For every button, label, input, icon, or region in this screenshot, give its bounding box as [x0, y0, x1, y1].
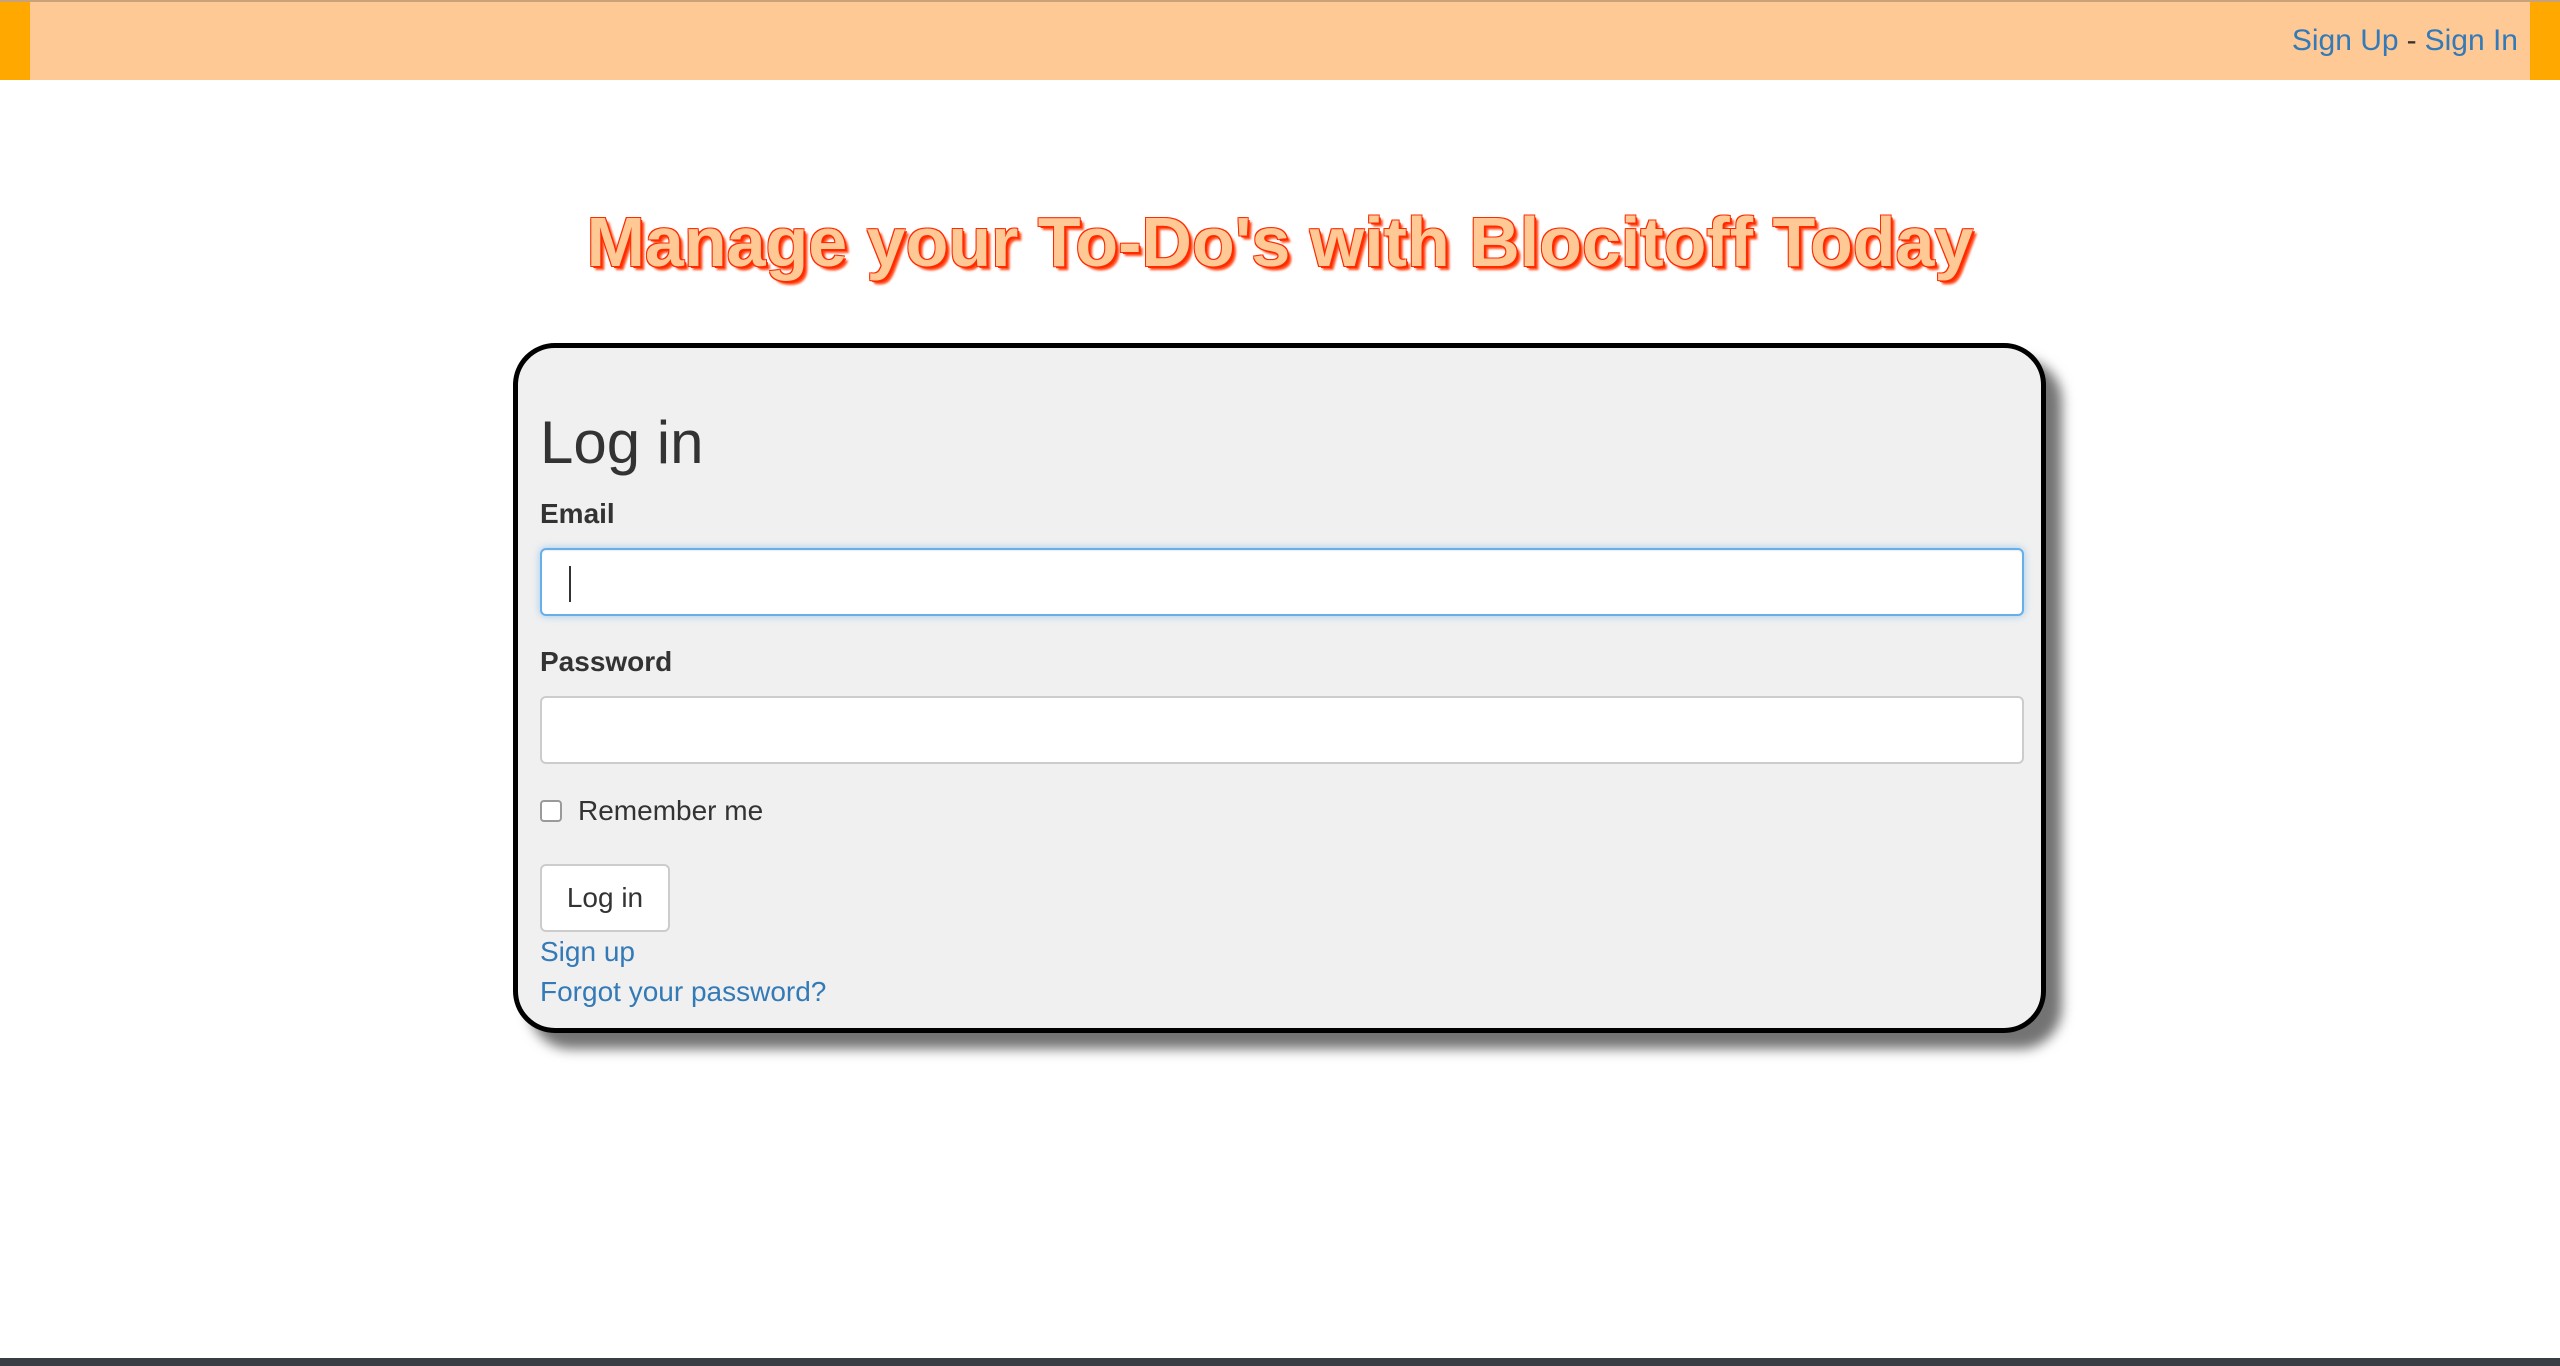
password-field[interactable]	[540, 696, 2024, 764]
page: Sign Up - Sign In Manage your To-Do's with…	[0, 0, 2560, 1366]
auth-nav: Sign Up - Sign In	[2292, 24, 2518, 58]
nav-sign-in-link[interactable]: Sign In	[2425, 24, 2518, 57]
remember-me-row: Remember me	[540, 795, 763, 827]
email-field[interactable]	[540, 548, 2024, 616]
remember-me-checkbox[interactable]	[540, 800, 562, 822]
remember-me-label[interactable]: Remember me	[578, 795, 763, 827]
password-label: Password	[540, 646, 673, 677]
forgot-password-link[interactable]: Forgot your password?	[540, 976, 826, 1008]
nav-separator: -	[2406, 24, 2417, 57]
navbar-right-accent	[2530, 2, 2560, 80]
navbar-left-accent	[0, 2, 30, 80]
sign-up-link[interactable]: Sign up	[540, 936, 635, 968]
text-cursor	[569, 566, 571, 602]
nav-sign-up-link[interactable]: Sign Up	[2292, 24, 2399, 57]
login-card: Log in Email Password Remember me Log in…	[513, 343, 2046, 1033]
email-label: Email	[540, 498, 615, 529]
top-navbar: Sign Up - Sign In	[0, 0, 2560, 80]
log-in-button[interactable]: Log in	[540, 864, 670, 932]
hero-headline: Manage your To-Do's with Blocitoff Today	[586, 203, 1974, 281]
bottom-edge-strip	[0, 1358, 2560, 1366]
login-title: Log in	[540, 409, 704, 476]
